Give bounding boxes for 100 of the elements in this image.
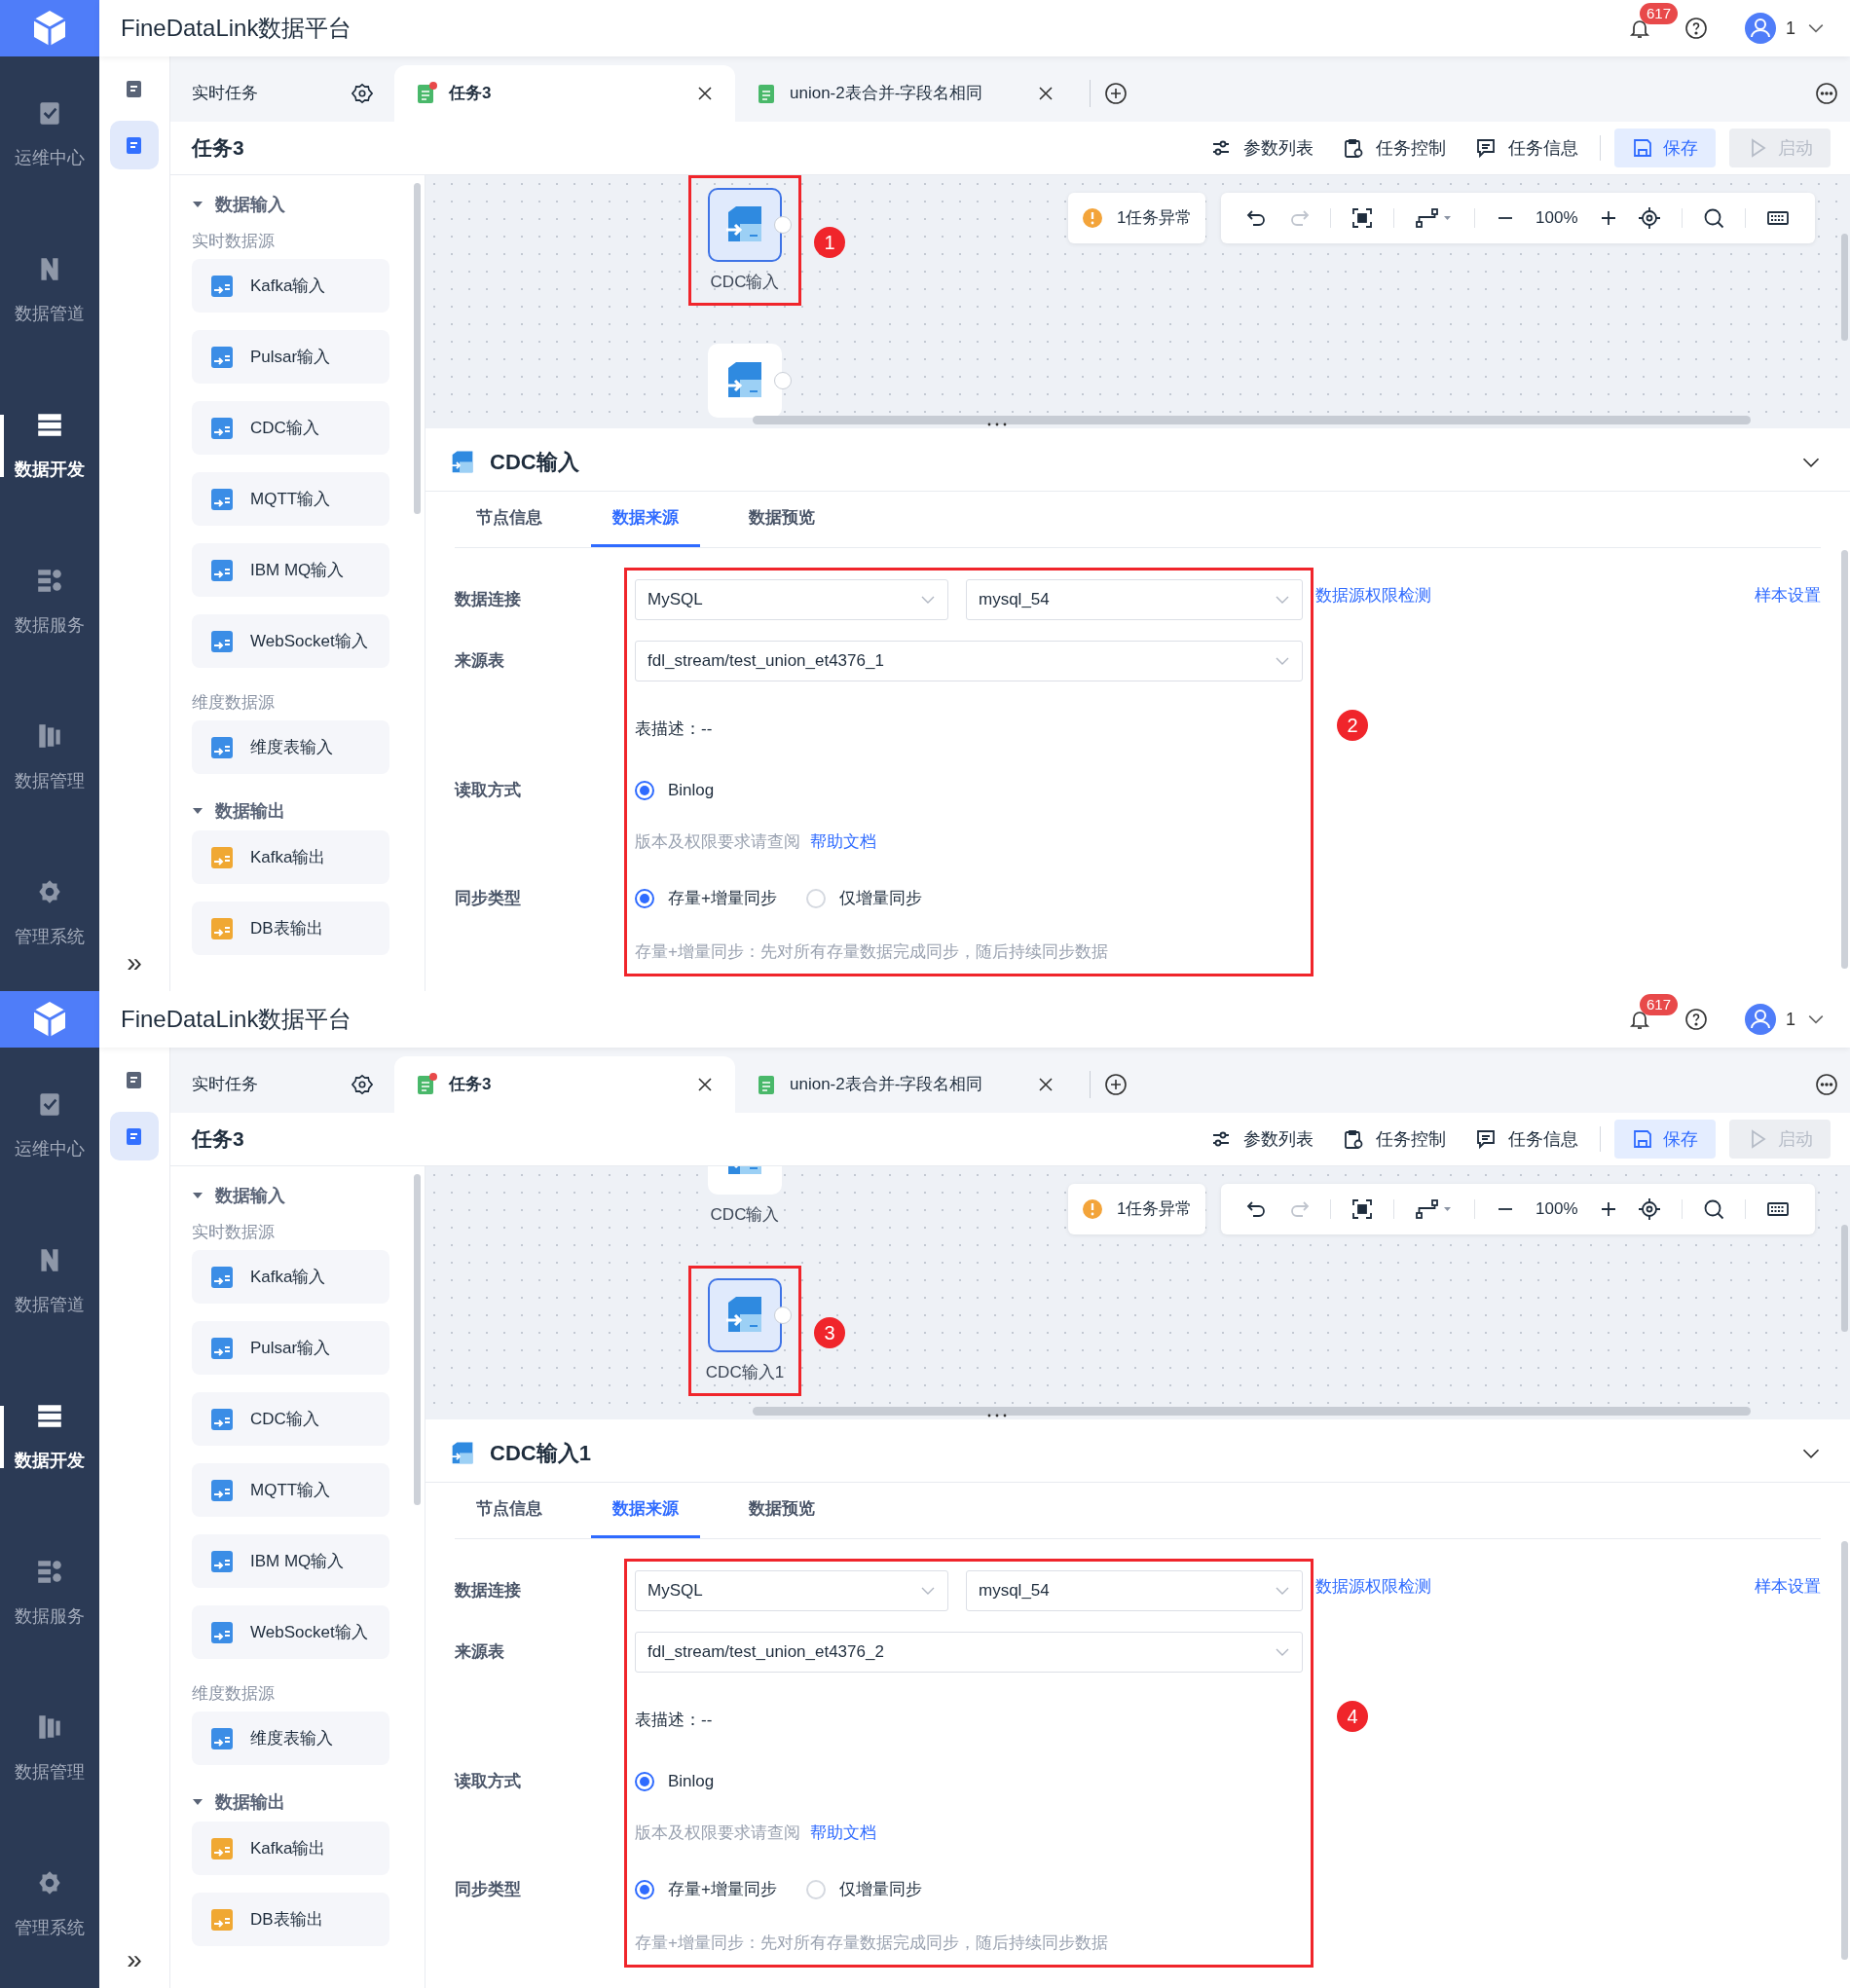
group-heading[interactable]: 数据输出 <box>215 1788 285 1816</box>
nav-item[interactable]: 运维中心 <box>0 1048 99 1203</box>
nav-item[interactable]: 数据管理 <box>0 1671 99 1826</box>
palette-item[interactable]: WebSocket输入 <box>192 1605 389 1659</box>
help-icon[interactable] <box>1684 17 1708 40</box>
tab[interactable]: 数据来源 <box>591 491 700 547</box>
tab[interactable]: 数据预览 <box>727 1482 836 1538</box>
keyboard-icon[interactable] <box>1766 1199 1791 1219</box>
tab[interactable]: 实时任务 <box>170 1056 394 1113</box>
palette-item[interactable]: IBM MQ输入 <box>192 543 389 597</box>
radio-label[interactable]: 存量+增量同步 <box>668 1877 777 1902</box>
source-table-select[interactable]: fdl_stream/test_union_et4376_1 <box>635 641 1303 681</box>
radio-button[interactable] <box>635 781 654 800</box>
settings-icon[interactable] <box>352 1074 373 1095</box>
toolbar-button[interactable]: 任务信息 <box>1475 134 1578 162</box>
nav-item[interactable]: 管理系统 <box>0 835 99 991</box>
tool-rail-button[interactable] <box>110 121 159 169</box>
collapse-button[interactable]: » <box>127 942 142 983</box>
palette-item[interactable]: MQTT输入 <box>192 472 389 526</box>
tab[interactable]: union-2表合并-字段名相同 <box>735 65 1076 122</box>
scrollbar[interactable] <box>1841 1225 1848 1332</box>
logo-block[interactable] <box>0 991 99 1048</box>
warning-chip[interactable]: 1任务异常 <box>1068 1184 1206 1234</box>
scrollbar[interactable] <box>1841 1541 1848 1960</box>
tab[interactable]: 实时任务 <box>170 65 394 122</box>
save-button[interactable]: 保存 <box>1614 129 1716 167</box>
flow-node[interactable] <box>708 188 782 262</box>
close-icon[interactable] <box>696 1076 714 1093</box>
collapse-button[interactable]: » <box>127 1939 142 1980</box>
palette-item[interactable]: Pulsar输入 <box>192 330 389 384</box>
add-tab-icon[interactable] <box>1104 82 1128 105</box>
nav-item[interactable]: 数据管理 <box>0 680 99 835</box>
tab[interactable]: 数据来源 <box>591 1482 700 1538</box>
palette-item[interactable]: Pulsar输入 <box>192 1321 389 1375</box>
tool-rail-button[interactable] <box>110 1112 159 1160</box>
add-tab-icon[interactable] <box>1104 1073 1128 1096</box>
source-table-select[interactable]: fdl_stream/test_union_et4376_2 <box>635 1632 1303 1673</box>
scrollbar[interactable] <box>753 416 1751 424</box>
palette-item[interactable]: CDC输入 <box>192 401 389 455</box>
connection-type-select[interactable]: MySQL <box>635 579 948 620</box>
scrollbar[interactable] <box>414 1174 421 1505</box>
toolbar-button[interactable]: 参数列表 <box>1210 1125 1314 1153</box>
palette-item[interactable]: Kafka输入 <box>192 1250 389 1304</box>
tab[interactable]: 任务3 <box>394 1056 735 1113</box>
flow-node[interactable] <box>708 344 782 418</box>
connection-select[interactable]: mysql_54 <box>966 1570 1303 1611</box>
toolbar-button[interactable]: 任务控制 <box>1343 134 1446 162</box>
help-icon[interactable] <box>1684 1008 1708 1031</box>
logo-block[interactable] <box>0 0 99 56</box>
radio-label[interactable]: Binlog <box>668 778 715 803</box>
nav-item[interactable]: 数据服务 <box>0 524 99 680</box>
fit-view-icon[interactable] <box>1351 207 1374 229</box>
more-icon[interactable] <box>1815 82 1838 105</box>
fit-view-icon[interactable] <box>1351 1198 1374 1220</box>
permission-check-link[interactable]: 数据源权限检测 <box>1315 583 1431 608</box>
group-heading[interactable]: 数据输入 <box>215 1182 285 1209</box>
scrollbar[interactable] <box>414 183 421 514</box>
palette-item[interactable]: Kafka输出 <box>192 1822 389 1875</box>
warning-chip[interactable]: 1任务异常 <box>1068 193 1206 243</box>
help-link[interactable]: 帮助文档 <box>810 1821 876 1846</box>
palette-item[interactable]: Kafka输出 <box>192 830 389 884</box>
palette-item[interactable]: CDC输入 <box>192 1392 389 1446</box>
radio-label[interactable]: 仅增量同步 <box>838 1877 922 1902</box>
permission-check-link[interactable]: 数据源权限检测 <box>1315 1574 1431 1600</box>
avatar-icon[interactable] <box>1745 1004 1776 1035</box>
palette-item[interactable]: WebSocket输入 <box>192 614 389 668</box>
palette-item[interactable]: DB表输出 <box>192 1893 389 1946</box>
palette-item[interactable]: Kafka输入 <box>192 259 389 313</box>
search-icon[interactable] <box>1703 207 1725 229</box>
help-link[interactable]: 帮助文档 <box>810 829 876 855</box>
radio-button[interactable] <box>635 889 654 908</box>
settings-icon[interactable] <box>352 83 373 104</box>
more-icon[interactable] <box>1815 1073 1838 1096</box>
toolbar-button[interactable]: 参数列表 <box>1210 134 1314 162</box>
palette-item[interactable]: IBM MQ输入 <box>192 1534 389 1588</box>
user-name[interactable]: 1 <box>1786 15 1795 42</box>
nav-item[interactable]: 运维中心 <box>0 56 99 212</box>
nav-item[interactable]: 数据管道 <box>0 212 99 368</box>
locate-icon[interactable] <box>1638 206 1662 230</box>
scrollbar[interactable] <box>1841 234 1848 341</box>
avatar-icon[interactable] <box>1745 13 1776 44</box>
tab[interactable]: 数据预览 <box>727 491 836 547</box>
palette-item[interactable]: 维度表输入 <box>192 720 389 774</box>
palette-item[interactable]: DB表输出 <box>192 902 389 955</box>
radio-label[interactable]: 仅增量同步 <box>838 886 922 911</box>
keyboard-icon[interactable] <box>1766 208 1791 228</box>
radio-label[interactable]: 存量+增量同步 <box>668 886 777 911</box>
group-heading[interactable]: 数据输出 <box>215 797 285 825</box>
search-icon[interactable] <box>1703 1198 1725 1220</box>
connection-select[interactable]: mysql_54 <box>966 579 1303 620</box>
close-icon[interactable] <box>1037 85 1054 102</box>
scrollbar[interactable] <box>753 1407 1751 1416</box>
flow-node[interactable] <box>708 1278 782 1352</box>
sample-settings-link[interactable]: 样本设置 <box>1755 583 1821 608</box>
palette-item[interactable]: MQTT输入 <box>192 1463 389 1517</box>
tab[interactable]: union-2表合并-字段名相同 <box>735 1056 1076 1113</box>
radio-button[interactable] <box>635 1772 654 1791</box>
user-name[interactable]: 1 <box>1786 1006 1795 1033</box>
locate-icon[interactable] <box>1638 1197 1662 1221</box>
sample-settings-link[interactable]: 样本设置 <box>1755 1574 1821 1600</box>
